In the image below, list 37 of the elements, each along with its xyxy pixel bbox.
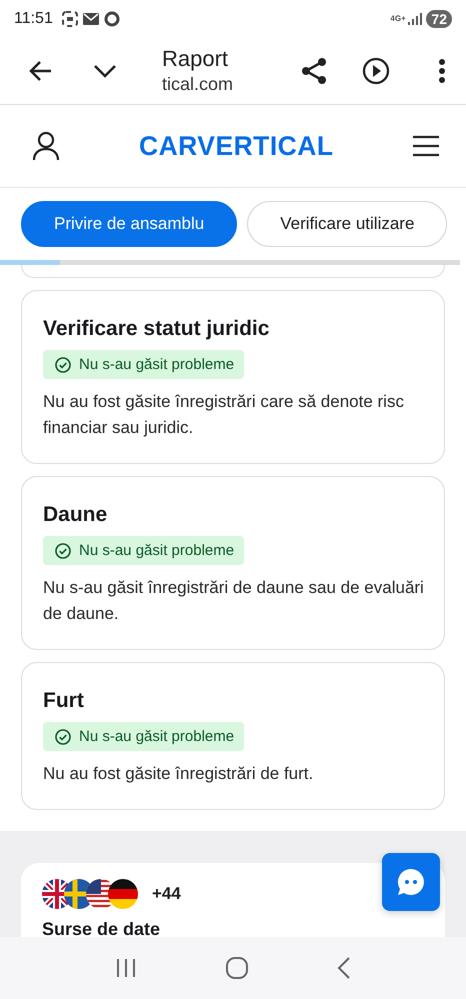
check-circle-icon: [55, 728, 71, 744]
signal-icon: [408, 13, 422, 25]
battery-level: 72: [426, 10, 452, 28]
card-description: Nu au fost găsite înregistrări de furt.: [43, 763, 314, 785]
status-badge: Nu s-au găsit probleme: [43, 350, 244, 379]
screenshot-icon: [62, 11, 78, 27]
page-url: tical.com: [162, 73, 234, 96]
home-icon[interactable]: [226, 957, 248, 979]
check-circle-icon: [55, 542, 71, 558]
card-title: Verificare statut juridic: [43, 316, 270, 342]
flag-icon: [108, 879, 138, 909]
more-count: +44: [152, 884, 181, 904]
brand-logo[interactable]: CARVERTICAL: [138, 130, 334, 162]
recent-apps-icon[interactable]: [114, 958, 137, 978]
tab[interactable]: Verificare utilizare: [247, 201, 448, 247]
ring-icon: [104, 11, 120, 27]
menu-icon[interactable]: [412, 134, 440, 158]
user-icon[interactable]: [32, 131, 60, 161]
clock-time: 11:51: [14, 10, 53, 28]
chat-button[interactable]: [382, 853, 440, 911]
play-icon[interactable]: [362, 57, 390, 85]
share-icon[interactable]: [300, 57, 328, 85]
tab[interactable]: Privire de ansamblu: [21, 201, 238, 247]
card-title: Furt: [43, 688, 85, 714]
card-description: Nu au fost găsite înregistrări care să denote risc financiar sau juridic.: [43, 391, 405, 439]
card-description: Nu s-au găsit înregistrări de daune sau de evaluări de daune.: [43, 577, 424, 625]
chat-bubble-icon: [395, 866, 427, 898]
check-circle-icon: [55, 356, 71, 372]
status-badge: Nu s-au găsit probleme: [43, 722, 244, 751]
network-type: 4G+: [390, 15, 404, 23]
status-badge: Nu s-au găsit probleme: [43, 536, 244, 565]
mail-icon: [82, 12, 99, 26]
back-icon[interactable]: [337, 957, 352, 979]
card-title: Daune: [43, 502, 108, 528]
page-title: Raport: [162, 46, 230, 72]
more-options-icon[interactable]: [438, 58, 446, 84]
section-title: Surse de date: [42, 919, 160, 937]
